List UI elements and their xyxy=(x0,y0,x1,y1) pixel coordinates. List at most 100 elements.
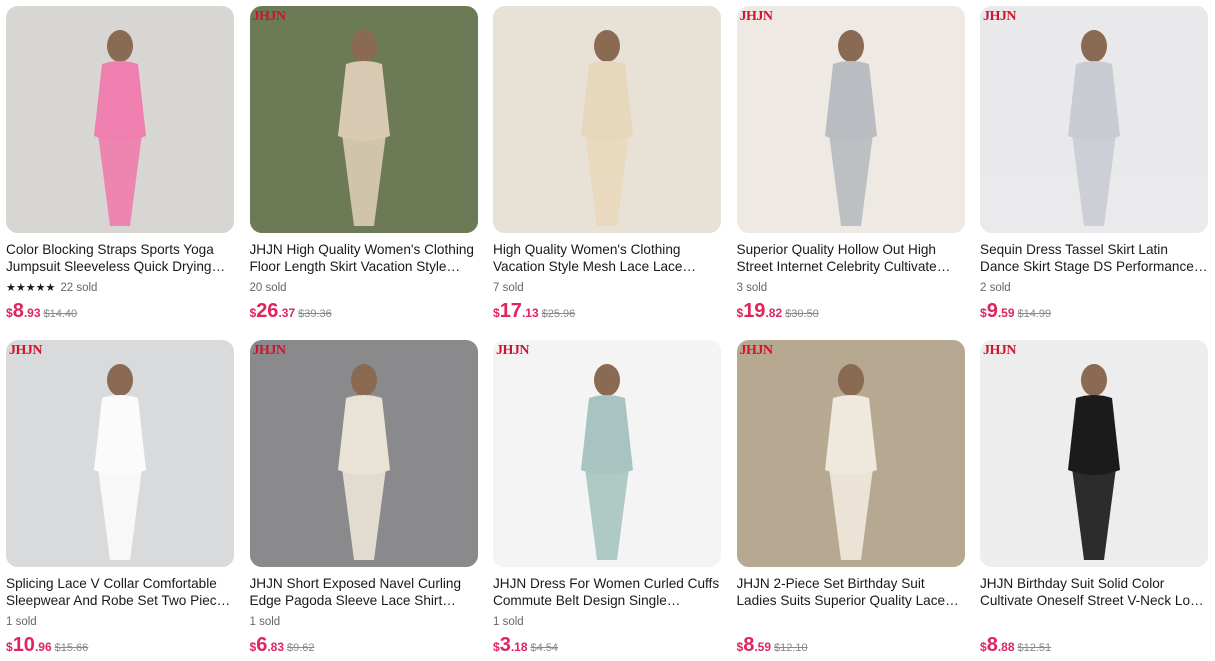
product-card[interactable]: JHJN JHJN Birthday Suit Solid Color Culti… xyxy=(980,340,1208,661)
product-card[interactable]: High Quality Women's Clothing Vacation S… xyxy=(493,6,721,340)
price-currency: $ xyxy=(736,640,744,654)
sold-count: 1 sold xyxy=(249,616,281,628)
price-integer: 8 xyxy=(986,634,998,656)
product-title[interactable]: JHJN 2-Piece Set Birthday Suit Ladies Su… xyxy=(737,575,965,609)
star-icon: ★ xyxy=(45,281,56,294)
original-price: $30.50 xyxy=(785,308,819,320)
price: $17.13 $25.96 xyxy=(493,300,721,323)
product-title[interactable]: Splicing Lace V Collar Comfortable Sleep… xyxy=(6,575,234,609)
product-title[interactable]: JHJN Dress For Women Curled Cuffs Commut… xyxy=(493,575,721,609)
original-price: $12.51 xyxy=(1017,642,1052,654)
price: $9.59 $14.99 xyxy=(980,300,1208,323)
price: $10.96 $15.66 xyxy=(6,634,234,657)
product-card[interactable]: Color Blocking Straps Sports Yoga Jumpsu… xyxy=(6,6,234,340)
price: $19.82 $30.50 xyxy=(737,300,965,323)
price-decimal: .93 xyxy=(23,306,41,320)
product-meta: 1 sold xyxy=(6,613,234,631)
product-title[interactable]: JHJN Birthday Suit Solid Color Cultivate… xyxy=(980,575,1208,609)
product-title[interactable]: JHJN Short Exposed Navel Curling Edge Pa… xyxy=(250,575,478,609)
brand-logo: JHJN xyxy=(983,9,1017,24)
product-title[interactable]: Superior Quality Hollow Out High Street … xyxy=(737,241,965,275)
star-icon: ★ xyxy=(25,281,36,294)
price-currency: $ xyxy=(249,306,257,320)
product-title[interactable]: JHJN High Quality Women's Clothing Floor… xyxy=(250,241,478,275)
sold-count: 1 sold xyxy=(6,616,37,628)
price-currency: $ xyxy=(493,306,500,320)
brand-logo: JHJN xyxy=(983,343,1017,358)
price-decimal: .37 xyxy=(278,306,296,320)
price-integer: 26 xyxy=(256,300,279,322)
price-decimal: .18 xyxy=(510,640,528,654)
product-image[interactable]: JHJN xyxy=(249,6,478,233)
sold-count: 7 sold xyxy=(493,282,524,294)
price-decimal: .59 xyxy=(997,306,1015,320)
original-price: $25.96 xyxy=(541,308,576,320)
price-currency: $ xyxy=(736,306,744,320)
original-price: $12.10 xyxy=(774,642,808,654)
price-decimal: .96 xyxy=(34,640,52,654)
product-meta: 2 sold xyxy=(980,279,1208,297)
product-meta: 7 sold xyxy=(493,279,721,297)
price: $6.83 $9.62 xyxy=(250,634,478,657)
product-card[interactable]: JHJN JHJN 2-Piece Set Birthday Suit Ladie… xyxy=(736,340,965,661)
product-meta xyxy=(737,613,965,631)
product-image[interactable]: JHJN xyxy=(980,340,1208,567)
original-price: $14.40 xyxy=(43,308,78,320)
price: $3.18 $4.54 xyxy=(493,634,721,657)
sold-count: 3 sold xyxy=(736,282,768,294)
price-decimal: .13 xyxy=(521,306,539,320)
price-integer: 8 xyxy=(12,300,24,322)
price-currency: $ xyxy=(6,306,13,320)
price-integer: 3 xyxy=(499,634,511,656)
product-meta: 1 sold xyxy=(493,613,721,631)
brand-logo: JHJN xyxy=(9,343,43,358)
star-icon: ★ xyxy=(15,281,26,294)
product-image[interactable]: JHJN xyxy=(736,6,965,233)
product-title[interactable]: Color Blocking Straps Sports Yoga Jumpsu… xyxy=(6,241,234,275)
brand-logo: JHJN xyxy=(739,343,774,358)
product-image[interactable] xyxy=(493,6,721,233)
star-icon: ★ xyxy=(6,281,16,294)
brand-logo: JHJN xyxy=(252,9,287,24)
product-title[interactable]: High Quality Women's Clothing Vacation S… xyxy=(493,241,721,275)
product-card[interactable]: JHJN JHJN High Quality Women's Clothing F… xyxy=(249,6,478,340)
brand-logo: JHJN xyxy=(252,343,287,358)
sold-count: 22 sold xyxy=(60,282,98,294)
price-integer: 9 xyxy=(986,300,998,322)
product-meta xyxy=(980,613,1208,631)
price: $8.93 $14.40 xyxy=(6,300,234,323)
sold-count: 20 sold xyxy=(249,282,287,294)
brand-logo: JHJN xyxy=(496,343,530,358)
product-image[interactable]: JHJN xyxy=(736,340,965,567)
price-currency: $ xyxy=(6,640,13,654)
product-card[interactable]: JHJN Sequin Dress Tassel Skirt Latin Danc… xyxy=(980,6,1208,340)
price-decimal: .82 xyxy=(765,306,783,320)
product-image[interactable]: JHJN xyxy=(249,340,478,567)
price-integer: 10 xyxy=(12,634,35,656)
product-title[interactable]: Sequin Dress Tassel Skirt Latin Dance Sk… xyxy=(980,241,1208,275)
star-icon: ★ xyxy=(35,281,46,294)
product-card[interactable]: JHJN Splicing Lace V Collar Comfortable S… xyxy=(6,340,234,661)
sold-count: 2 sold xyxy=(980,282,1011,294)
product-meta: 20 sold xyxy=(250,279,478,297)
price-decimal: .59 xyxy=(754,640,771,654)
product-card[interactable]: JHJN Superior Quality Hollow Out High Str… xyxy=(736,6,965,340)
price-currency: $ xyxy=(493,640,500,654)
price-currency: $ xyxy=(980,640,987,654)
price-currency: $ xyxy=(249,640,257,654)
sold-count: 1 sold xyxy=(493,616,524,628)
price-integer: 6 xyxy=(256,634,268,656)
product-card[interactable]: JHJN JHJN Dress For Women Curled Cuffs Co… xyxy=(493,340,721,661)
product-image[interactable]: JHJN xyxy=(6,340,234,567)
original-price: $4.54 xyxy=(530,642,559,654)
product-grid: Color Blocking Straps Sports Yoga Jumpsu… xyxy=(6,6,1208,661)
price: $8.59 $12.10 xyxy=(737,634,965,657)
rating-stars-icon: ★ ★ ★ ★ ★ xyxy=(6,281,56,294)
original-price: $9.62 xyxy=(287,642,315,654)
product-image[interactable]: JHJN xyxy=(493,340,721,567)
product-image[interactable] xyxy=(6,6,234,233)
product-card[interactable]: JHJN JHJN Short Exposed Navel Curling Edg… xyxy=(249,340,478,661)
product-image[interactable]: JHJN xyxy=(980,6,1208,233)
price-integer: 8 xyxy=(743,634,755,656)
price-decimal: .83 xyxy=(267,640,284,654)
